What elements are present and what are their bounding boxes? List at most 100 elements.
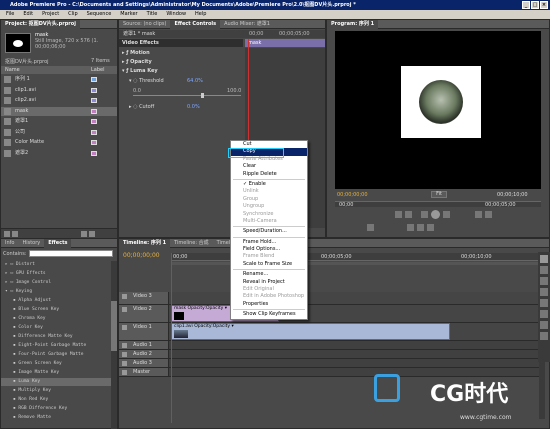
effect-item[interactable]: ▪ Eight-Point Garbage Matte [1,342,113,350]
step-forward-icon[interactable] [443,211,450,218]
project-item[interactable]: 公司 [1,128,117,137]
effects-folder[interactable]: ▾ ▭ Keying [1,288,113,296]
tab-effect-controls[interactable]: Effect Controls [170,20,221,29]
threshold-slider-handle[interactable] [201,93,204,98]
effects-folder[interactable]: ▸ ▭ Distort [1,261,113,269]
slip-tool-icon[interactable] [540,299,548,307]
menu-item-ripple-delete[interactable]: Ripple Delete [231,171,307,178]
tab-info[interactable]: Info [1,239,18,248]
lift-icon[interactable] [475,211,482,218]
menu-item-project[interactable]: Project [42,11,59,17]
track-header[interactable]: Audio 3 [119,359,169,367]
zoom-fit-select[interactable]: Fit [431,191,447,198]
label-color-swatch[interactable] [91,108,97,114]
effect-item[interactable]: ▪ Color Key [1,324,113,332]
menu-item-help[interactable]: Help [195,11,206,17]
effect-item[interactable]: ▪ Multiply Key [1,387,113,395]
effect-item[interactable]: ▪ Luma Key [1,378,113,386]
track-header[interactable]: Video 2 [119,305,169,322]
project-item[interactable]: mask [1,106,117,116]
ripple-edit-tool-icon[interactable] [540,277,548,285]
track-header[interactable]: Video 1 [119,323,169,340]
icon-view-icon[interactable] [11,231,18,237]
label-color-swatch[interactable] [91,98,97,103]
tab-timeline-0[interactable]: Timeline: 序列 1 [119,239,171,248]
menu-item-sequence[interactable]: Sequence [87,11,112,17]
eye-icon[interactable] [122,325,127,330]
label-color-swatch[interactable] [91,150,97,156]
timeline-timecode[interactable]: 00;00;00;00 [123,252,160,259]
threshold-value[interactable]: 64.0% [187,78,203,84]
menu-item-frame-hold[interactable]: Frame Hold... [231,239,307,246]
speaker-icon[interactable] [122,370,127,375]
effect-item[interactable]: ▪ RGB Difference Key [1,405,113,413]
menu-item-enable[interactable]: ✓ Enable [231,181,307,188]
track-header[interactable]: Audio 2 [119,350,169,358]
opacity-row[interactable]: ▸ ƒ Opacity [122,59,152,65]
menu-item-field-options[interactable]: Field Options... [231,246,307,253]
menu-item-properties[interactable]: Properties [231,301,307,308]
menu-item-rename[interactable]: Rename... [231,271,307,278]
threshold-slider[interactable] [133,95,241,96]
effects-folder[interactable]: ▸ ▭ Image Control [1,279,113,287]
label-color-swatch[interactable] [91,119,97,124]
track-header[interactable]: Audio 1 [119,341,169,349]
play-icon[interactable] [431,210,440,219]
speaker-icon[interactable] [122,361,127,366]
project-item[interactable]: clip2.avi [1,96,117,105]
delete-icon[interactable] [88,231,95,237]
step-back-icon[interactable] [421,211,428,218]
menu-item-clear[interactable]: Clear [231,163,307,170]
project-item[interactable]: 序列 1 [1,75,117,84]
zoom-tool-icon[interactable] [540,332,548,340]
luma-key-row[interactable]: ▾ ƒ Luma Key [122,68,158,74]
menu-item-scale-to-frame-size[interactable]: Scale to Frame Size [231,261,307,268]
track-select-tool-icon[interactable] [540,266,548,274]
col-name-header[interactable]: Name [5,67,20,73]
timeline-ruler[interactable]: 00;00 00;00;05;00 00;00;10;00 [171,253,545,261]
label-color-swatch[interactable] [91,87,97,93]
menu-item-speed-duration[interactable]: Speed/Duration... [231,228,307,235]
motion-row[interactable]: ▸ ƒ Motion [122,50,150,56]
effect-item[interactable]: ▪ Non Red Key [1,396,113,404]
effects-search-input[interactable] [29,250,113,257]
effect-item[interactable]: ▪ Remove Matte [1,414,113,422]
tab-program[interactable]: Program: 序列 1 [327,20,379,29]
timeline-playhead[interactable] [171,253,172,423]
effect-item[interactable]: ▪ Blue Screen Key [1,306,113,314]
menu-item-file[interactable]: File [6,11,14,17]
maximize-icon[interactable]: □ [531,1,539,9]
cutoff-value[interactable]: 0.0% [187,104,200,110]
effect-item[interactable]: ▪ Image Matte Key [1,369,113,377]
mark-out-icon[interactable] [405,211,412,218]
program-ruler[interactable]: 00;00 00;00;05;00 [335,201,541,208]
work-area-bar[interactable] [171,262,545,265]
clip1-clip[interactable]: clip1.avi Opacity:Opacity ▾ [171,323,450,340]
project-item[interactable]: 遮罩1 [1,117,117,126]
effect-item[interactable]: ▪ Green Screen Key [1,360,113,368]
project-item[interactable]: clip1.avi [1,86,117,95]
output-icon[interactable] [427,224,434,231]
speaker-icon[interactable] [122,352,127,357]
eye-icon[interactable] [122,307,127,312]
effects-scroll-thumb[interactable] [111,301,117,351]
program-viewer[interactable] [335,31,541,189]
label-color-swatch[interactable] [91,129,97,135]
project-item[interactable]: 遮罩2 [1,149,117,158]
razor-tool-icon[interactable] [540,288,548,296]
minimize-icon[interactable]: _ [522,1,530,9]
label-color-swatch[interactable] [91,77,97,82]
effects-scrollbar[interactable] [111,261,117,429]
effect-item[interactable]: ▪ Alpha Adjust [1,297,113,305]
loop-icon[interactable] [407,224,414,231]
pen-tool-icon[interactable] [540,310,548,318]
tab-project[interactable]: Project: 抠图DV片头.prproj [1,20,80,29]
track-header[interactable]: Master [119,368,169,376]
hand-tool-icon[interactable] [540,321,548,329]
selection-tool-icon[interactable] [540,255,548,263]
col-label-header[interactable]: Label [91,66,105,74]
speaker-icon[interactable] [122,343,127,348]
program-timecode-left[interactable]: 00;00;00;00 [337,192,368,198]
ec-clip-bar[interactable]: mask [245,39,325,47]
tab-history[interactable]: History [18,239,44,248]
